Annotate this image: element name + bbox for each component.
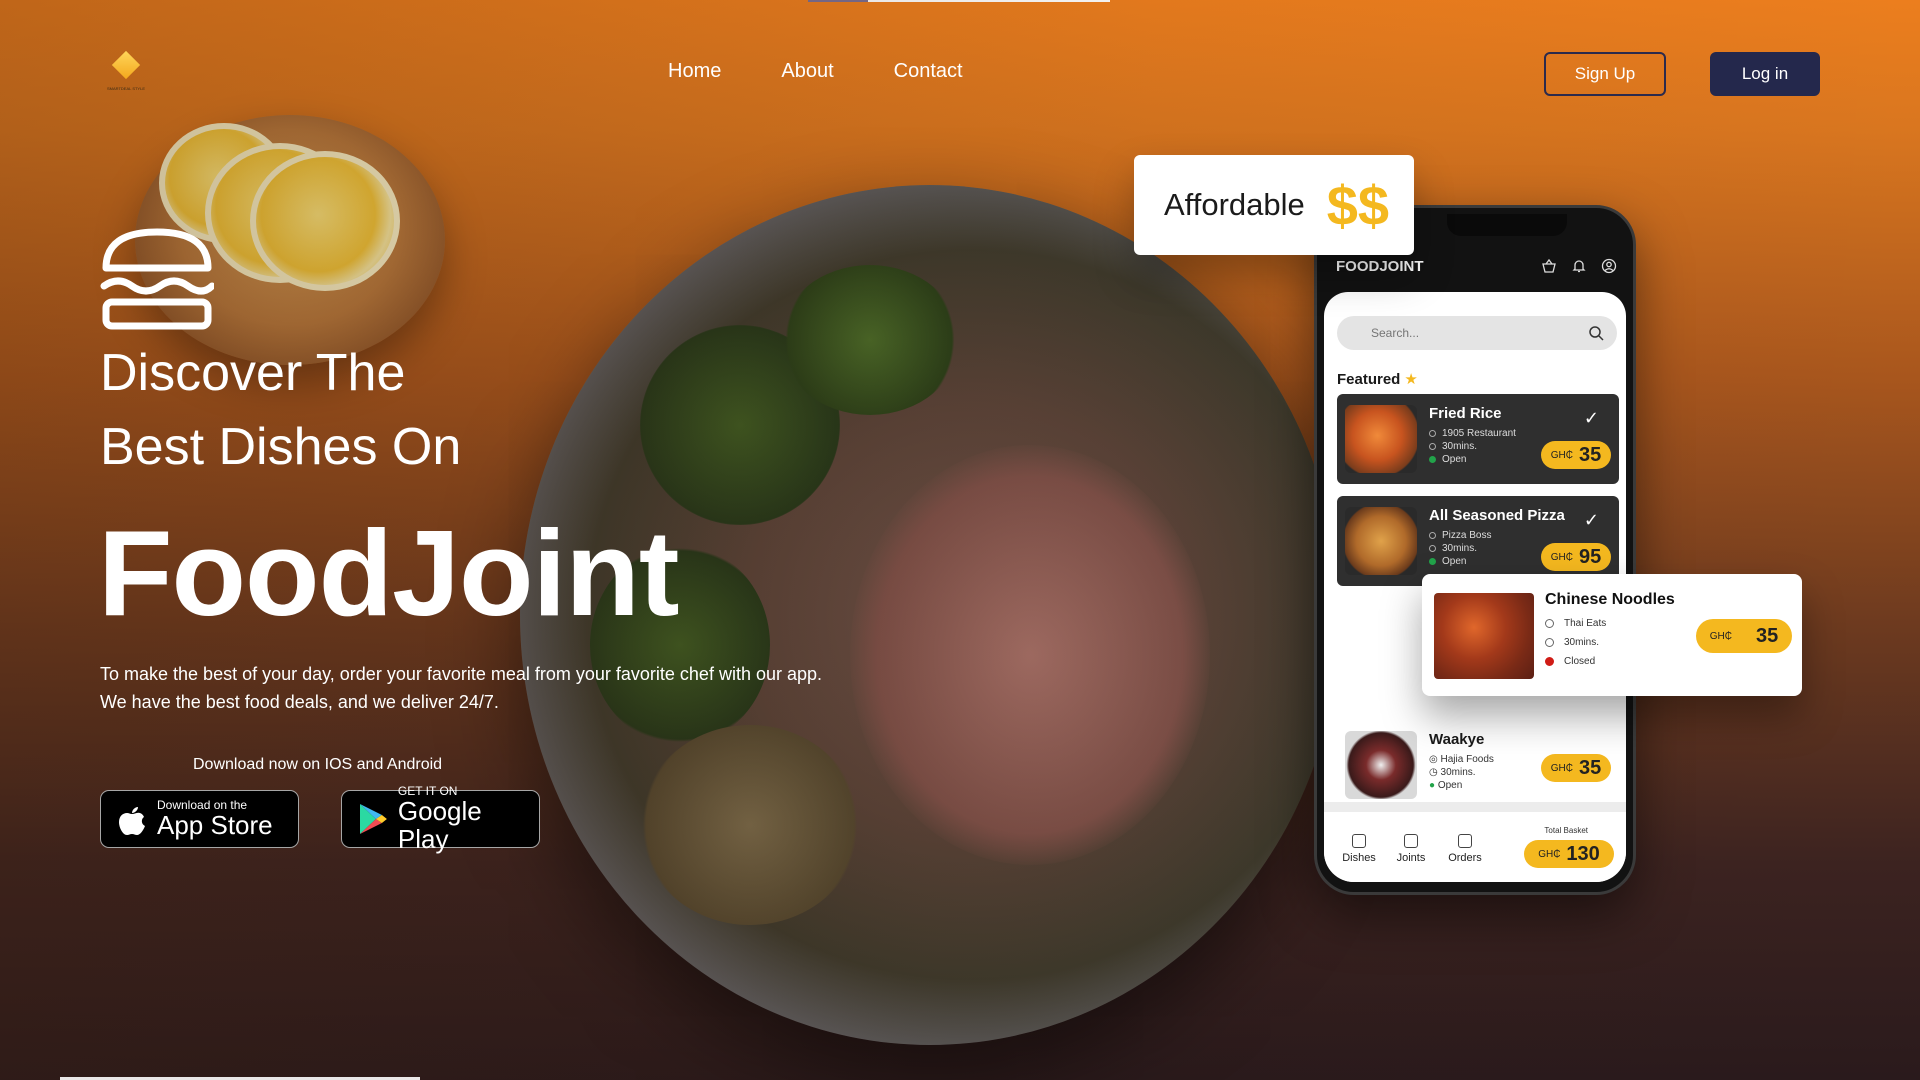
pizza-thumb — [1345, 507, 1417, 575]
location-icon — [1429, 429, 1436, 437]
tab-orders[interactable]: Orders — [1440, 834, 1490, 864]
dish-card-fried-rice[interactable]: Fried Rice 1905 Restaurant 30mins. Open … — [1337, 394, 1619, 484]
main-nav: Home About Contact — [668, 60, 963, 83]
download-label: Download now on IOS and Android — [193, 756, 443, 773]
location-icon — [1545, 618, 1554, 628]
clock-icon — [1429, 442, 1436, 450]
joints-icon — [1404, 834, 1418, 848]
burger-icon — [100, 228, 214, 330]
phone-mockup: FOODJOINT Featured★ Fried Rice 1905 Rest… — [1314, 205, 1636, 895]
dish-card-pizza[interactable]: All Seasoned Pizza Pizza Boss 30mins. Op… — [1337, 496, 1619, 586]
clock-icon — [1545, 637, 1554, 647]
price-pill: GH₵ 35 — [1541, 754, 1611, 782]
dish-card-waakye[interactable]: Waakye ◎ Hajia Foods ◷ 30mins. ● Open GH… — [1337, 720, 1619, 810]
price-pill: GH₵ 35 — [1696, 619, 1792, 653]
affordable-badge: Affordable $$ — [1134, 155, 1414, 255]
status-dot: ● — [1429, 780, 1438, 791]
price-pill: GH₵ 35 — [1541, 441, 1611, 469]
star-icon: ★ — [1404, 371, 1418, 388]
hero-line-2: Best Dishes On — [100, 418, 462, 476]
nav-about-link[interactable]: About — [781, 60, 833, 83]
status-dot — [1429, 455, 1436, 463]
location-icon: ◎ — [1429, 754, 1441, 765]
price-pill: GH₵ 95 — [1541, 543, 1611, 571]
google-play-button[interactable]: GET IT ON Google Play — [341, 785, 540, 853]
waakye-thumb — [1345, 731, 1417, 799]
location-icon — [1429, 531, 1436, 539]
bell-icon[interactable] — [1571, 258, 1587, 274]
orders-icon — [1458, 834, 1472, 848]
nav-home-link[interactable]: Home — [668, 60, 721, 83]
check-icon[interactable]: ✓ — [1584, 408, 1599, 429]
status-dot — [1545, 656, 1554, 666]
dish-card-chinese-noodles[interactable]: Chinese Noodles Thai Eats 30mins. Closed… — [1422, 574, 1802, 696]
google-play-icon — [359, 804, 387, 834]
nav-contact-link[interactable]: Contact — [894, 60, 963, 83]
basket-icon[interactable] — [1541, 258, 1557, 274]
search-input[interactable] — [1337, 316, 1617, 350]
sign-up-button[interactable]: Sign Up — [1544, 52, 1666, 96]
tab-dishes[interactable]: Dishes — [1334, 834, 1384, 864]
phone-brand-title: FOODJOINT — [1336, 258, 1424, 275]
clock-icon — [1429, 544, 1436, 552]
check-icon[interactable]: ✓ — [1584, 510, 1599, 531]
phone-tab-bar: Dishes Joints Orders Total Basket GH₵ 130 — [1324, 802, 1626, 882]
log-in-button[interactable]: Log in — [1710, 52, 1820, 96]
hero-description: To make the best of your day, order your… — [100, 664, 823, 712]
status-dot — [1429, 557, 1436, 565]
apple-icon — [119, 807, 145, 835]
featured-heading: Featured ★ — [1337, 371, 1418, 388]
hero-heading: Discover The Best Dishes On — [100, 336, 461, 484]
logo-icon[interactable]: SMARTDEAL STYLE — [104, 50, 148, 96]
dishes-icon — [1352, 834, 1366, 848]
noodles-thumb — [1434, 593, 1534, 679]
clock-icon: ◷ — [1429, 767, 1441, 778]
fried-rice-thumb — [1345, 405, 1417, 473]
total-basket-pill[interactable]: GH₵ 130 — [1524, 840, 1614, 868]
search-icon[interactable] — [1588, 325, 1604, 341]
user-icon[interactable] — [1601, 258, 1617, 274]
tab-joints[interactable]: Joints — [1386, 834, 1436, 864]
app-store-button[interactable]: Download on the App Store — [100, 790, 299, 848]
total-basket-label: Total Basket — [1544, 826, 1588, 835]
hero-brand-title: FoodJoint — [98, 505, 680, 641]
hero-line-1: Discover The — [100, 344, 406, 402]
